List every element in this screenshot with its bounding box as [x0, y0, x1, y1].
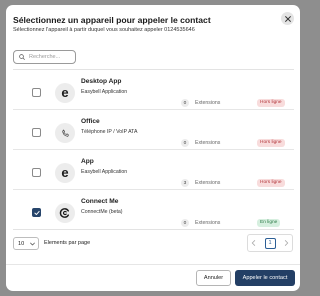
device-row[interactable]: Office Téléphone IP / VoIP ATA 0 Extensi…: [13, 110, 294, 150]
device-row[interactable]: e App Easybell Application 3 Extensions …: [13, 150, 294, 190]
status-badge: Hors ligne: [257, 139, 285, 147]
extensions-label: Extensions: [195, 180, 221, 186]
extensions-count: 0: [181, 219, 189, 227]
device-name: Desktop App: [81, 78, 122, 85]
device-name: Office: [81, 118, 100, 125]
chevron-right-icon[interactable]: [284, 240, 289, 246]
device-row[interactable]: Connect Me ConnectMe (beta) 0 Extensions…: [13, 190, 294, 230]
easybell-e-icon: e: [61, 84, 69, 100]
per-page-value: 10: [18, 240, 25, 247]
pagination: 1: [247, 234, 293, 252]
per-page-select[interactable]: 10: [13, 237, 39, 250]
dialog-subtitle: Sélectionnez l'appareil à partir duquel …: [13, 27, 195, 33]
device-type: Easybell Application: [81, 169, 128, 175]
device-type: Téléphone IP / VoIP ATA: [81, 129, 138, 135]
extensions-count: 0: [181, 139, 189, 147]
search-input[interactable]: [29, 54, 73, 60]
chevron-left-icon[interactable]: [251, 240, 256, 246]
easybell-e-icon: e: [61, 164, 69, 180]
device-type: ConnectMe (beta): [81, 209, 123, 215]
extensions-count: 3: [181, 179, 189, 187]
status-badge: Hors ligne: [257, 99, 285, 107]
device-checkbox[interactable]: [32, 128, 41, 137]
device-checkbox[interactable]: [32, 88, 41, 97]
extensions-label: Extensions: [195, 220, 221, 226]
call-contact-button[interactable]: Appeler le contact: [235, 270, 295, 286]
dialog-title: Sélectionnez un appareil pour appeler le…: [13, 15, 211, 25]
footer-divider: [6, 264, 300, 265]
phone-icon: [61, 129, 69, 137]
extensions-label: Extensions: [195, 140, 221, 146]
checkmark-icon: [33, 210, 40, 215]
device-list: e Desktop App Easybell Application 0 Ext…: [13, 69, 294, 230]
per-page-label: Elements par page: [44, 240, 91, 246]
device-avatar: [55, 203, 75, 223]
chevron-down-icon: [30, 242, 35, 246]
device-avatar: e: [55, 83, 75, 103]
extensions-label: Extensions: [195, 100, 221, 106]
search-icon: [19, 54, 25, 60]
close-icon: [284, 15, 291, 22]
status-badge: Hors ligne: [257, 179, 285, 187]
device-checkbox[interactable]: [32, 168, 41, 177]
close-button[interactable]: [281, 12, 294, 25]
device-name: App: [81, 158, 94, 165]
device-type: Easybell Application: [81, 89, 128, 95]
device-name: Connect Me: [81, 198, 119, 205]
device-avatar: e: [55, 163, 75, 183]
select-device-dialog: Sélectionnez un appareil pour appeler le…: [6, 5, 300, 291]
page-number-current[interactable]: 1: [264, 237, 276, 249]
status-badge: En ligne: [257, 219, 281, 227]
connectme-c-icon: [59, 208, 70, 218]
extensions-count: 0: [181, 99, 189, 107]
device-avatar: [55, 123, 75, 143]
device-checkbox[interactable]: [32, 208, 41, 217]
search-field[interactable]: [13, 50, 76, 64]
cancel-button[interactable]: Annuler: [196, 270, 231, 286]
device-row[interactable]: e Desktop App Easybell Application 0 Ext…: [13, 70, 294, 110]
